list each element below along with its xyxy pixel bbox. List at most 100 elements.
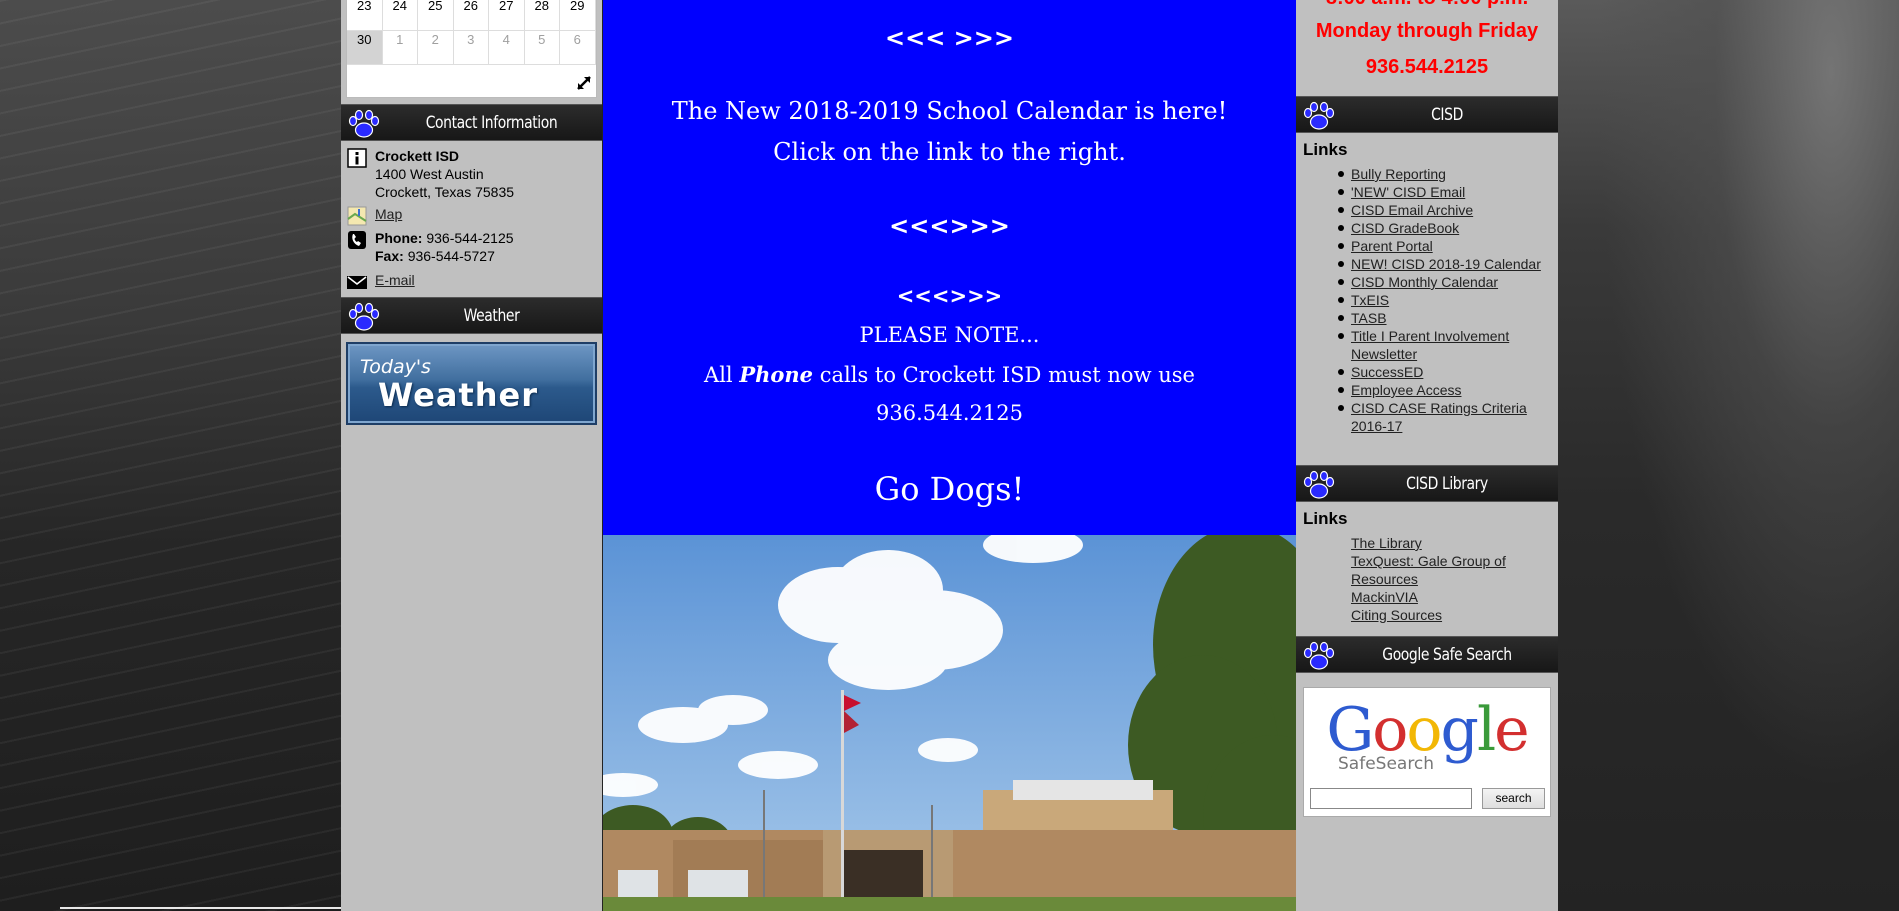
right-sidebar: 8:00 a.m. to 4:00 p.m. Monday through Fr…	[1296, 0, 1558, 911]
cisd-monthly-calendar-link[interactable]: CISD Monthly Calendar	[1351, 274, 1498, 290]
fax-number: 936-544-5727	[407, 248, 495, 264]
calendar-day[interactable]: 1	[382, 31, 418, 65]
cisd-links-list: Bully Reporting 'NEW' CISD Email CISD Em…	[1338, 165, 1551, 435]
search-button[interactable]: search	[1482, 788, 1545, 809]
announcement-arrows: <<<>>>	[889, 212, 1010, 240]
bully-reporting-link[interactable]: Bully Reporting	[1351, 166, 1446, 182]
info-icon	[347, 148, 367, 168]
tasb-link[interactable]: TASB	[1351, 310, 1387, 326]
calendar-day[interactable]: 4	[489, 31, 525, 65]
email-link[interactable]: E-mail	[375, 272, 415, 288]
announcement-panel: <<< >>> The New 2018-2019 School Calenda…	[603, 0, 1296, 535]
weather-header: Weather	[341, 297, 602, 334]
calendar-day[interactable]: 29	[560, 0, 596, 31]
office-hours-time: 8:00 a.m. to 4:00 p.m.	[1296, 0, 1558, 10]
paw-icon	[1303, 470, 1335, 499]
expand-arrow-icon[interactable]	[576, 75, 592, 91]
calendar-instruction: Click on the link to the right.	[773, 138, 1126, 166]
office-phone: 936.544.2125	[1365, 56, 1489, 78]
cisd-email-archive-link[interactable]: CISD Email Archive	[1351, 202, 1473, 218]
paw-icon	[348, 302, 380, 331]
cisd-library-header: CISD Library	[1296, 465, 1558, 502]
go-dogs-text: Go Dogs!	[874, 470, 1025, 508]
citing-sources-link[interactable]: Citing Sources	[1351, 607, 1442, 623]
please-note: PLEASE NOTE...	[859, 323, 1040, 347]
list-item: NEW! CISD 2018-19 Calendar	[1338, 255, 1551, 273]
successed-link[interactable]: SuccessED	[1351, 364, 1423, 380]
list-item: Parent Portal	[1338, 237, 1551, 255]
phone-label: Phone:	[375, 230, 423, 246]
map-icon	[347, 206, 367, 226]
calendar-day[interactable]: 28	[524, 0, 560, 31]
section-title: Weather	[463, 306, 520, 326]
case-ratings-link[interactable]: CISD CASE Ratings Criteria 2016-17	[1351, 400, 1527, 434]
weather-button-line2: Weather	[378, 376, 539, 414]
left-background	[0, 0, 341, 911]
list-item: TxEIS	[1338, 291, 1551, 309]
mackinvia-link[interactable]: MackinVIA	[1351, 589, 1418, 605]
google-safesearch-widget: Google SafeSearch search	[1303, 687, 1551, 817]
main-content: <<< >>> The New 2018-2019 School Calenda…	[603, 0, 1296, 911]
office-hours-days: Monday through Friday	[1315, 20, 1539, 42]
section-title: Contact Information	[425, 113, 558, 133]
school-photo	[603, 535, 1296, 911]
calendar-day[interactable]: 23	[347, 0, 383, 31]
calendar-week: 23 24 25 26 27 28 29	[347, 0, 596, 31]
calendar-day[interactable]: 3	[453, 31, 489, 65]
txeis-link[interactable]: TxEIS	[1351, 292, 1389, 308]
calendar-day[interactable]: 2	[418, 31, 454, 65]
list-item: Bully Reporting	[1338, 165, 1551, 183]
cisd-gradebook-link[interactable]: CISD GradeBook	[1351, 220, 1459, 236]
library-links-list: The Library TexQuest: Gale Group of Reso…	[1351, 534, 1551, 624]
list-item: TexQuest: Gale Group of Resources	[1351, 552, 1551, 588]
cisd-links-heading: Links	[1303, 140, 1348, 159]
google-safe-search-header: Google Safe Search	[1296, 636, 1558, 673]
address-line-2: Crockett, Texas 75835	[375, 184, 515, 200]
calendar-day[interactable]: 6	[560, 31, 596, 65]
cisd-email-link[interactable]: 'NEW' CISD Email	[1351, 184, 1465, 200]
mini-calendar: 23 24 25 26 27 28 29 30 1 2 3 4 5 6	[346, 0, 597, 98]
phone-notice-pre: All	[704, 363, 733, 387]
right-background	[1558, 0, 1899, 911]
calendar-day[interactable]: 25	[418, 0, 454, 31]
list-item: CISD GradeBook	[1338, 219, 1551, 237]
left-sidebar: 23 24 25 26 27 28 29 30 1 2 3 4 5 6 Cont…	[341, 0, 602, 911]
list-item: Citing Sources	[1351, 606, 1551, 624]
paw-icon	[348, 109, 380, 138]
list-item: The Library	[1351, 534, 1551, 552]
texquest-link[interactable]: TexQuest: Gale Group of Resources	[1351, 553, 1506, 587]
employee-access-link[interactable]: Employee Access	[1351, 382, 1462, 398]
title-i-newsletter-link[interactable]: Title I Parent Involvement Newsletter	[1351, 328, 1509, 362]
cisd-header: CISD	[1296, 96, 1558, 133]
calendar-day[interactable]: 26	[453, 0, 489, 31]
calendar-announcement: The New 2018-2019 School Calendar is her…	[671, 97, 1228, 125]
paw-icon	[1303, 641, 1335, 670]
list-item: MackinVIA	[1351, 588, 1551, 606]
map-link[interactable]: Map	[375, 206, 402, 222]
phone-notice: All Phone calls to Crockett ISD must now…	[603, 362, 1296, 387]
weather-button-line1: Today's	[360, 356, 431, 378]
paw-icon	[1303, 101, 1335, 130]
list-item: CISD CASE Ratings Criteria 2016-17	[1338, 399, 1551, 435]
school-building-image	[603, 535, 1296, 911]
calendar-day[interactable]: 27	[489, 0, 525, 31]
fax-label: Fax:	[375, 248, 404, 264]
calendar-day[interactable]: 24	[382, 0, 418, 31]
phone-icon	[348, 231, 366, 249]
phone-number: 936-544-2125	[426, 230, 514, 246]
list-item: TASB	[1338, 309, 1551, 327]
search-input[interactable]	[1310, 788, 1472, 809]
cisd-calendar-link[interactable]: NEW! CISD 2018-19 Calendar	[1351, 256, 1541, 272]
parent-portal-link[interactable]: Parent Portal	[1351, 238, 1433, 254]
phone-notice-emphasis: Phone	[739, 362, 814, 387]
google-logo: Google	[1326, 695, 1529, 765]
section-title: Google Safe Search	[1382, 645, 1512, 665]
todays-weather-button[interactable]: Today's Weather	[346, 342, 597, 425]
address-line-1: 1400 West Austin	[375, 166, 484, 182]
list-item: SuccessED	[1338, 363, 1551, 381]
library-links-heading: Links	[1303, 509, 1348, 528]
library-link[interactable]: The Library	[1351, 535, 1422, 551]
list-item: CISD Monthly Calendar	[1338, 273, 1551, 291]
calendar-day[interactable]: 5	[524, 31, 560, 65]
calendar-day-today[interactable]: 30	[347, 31, 383, 65]
